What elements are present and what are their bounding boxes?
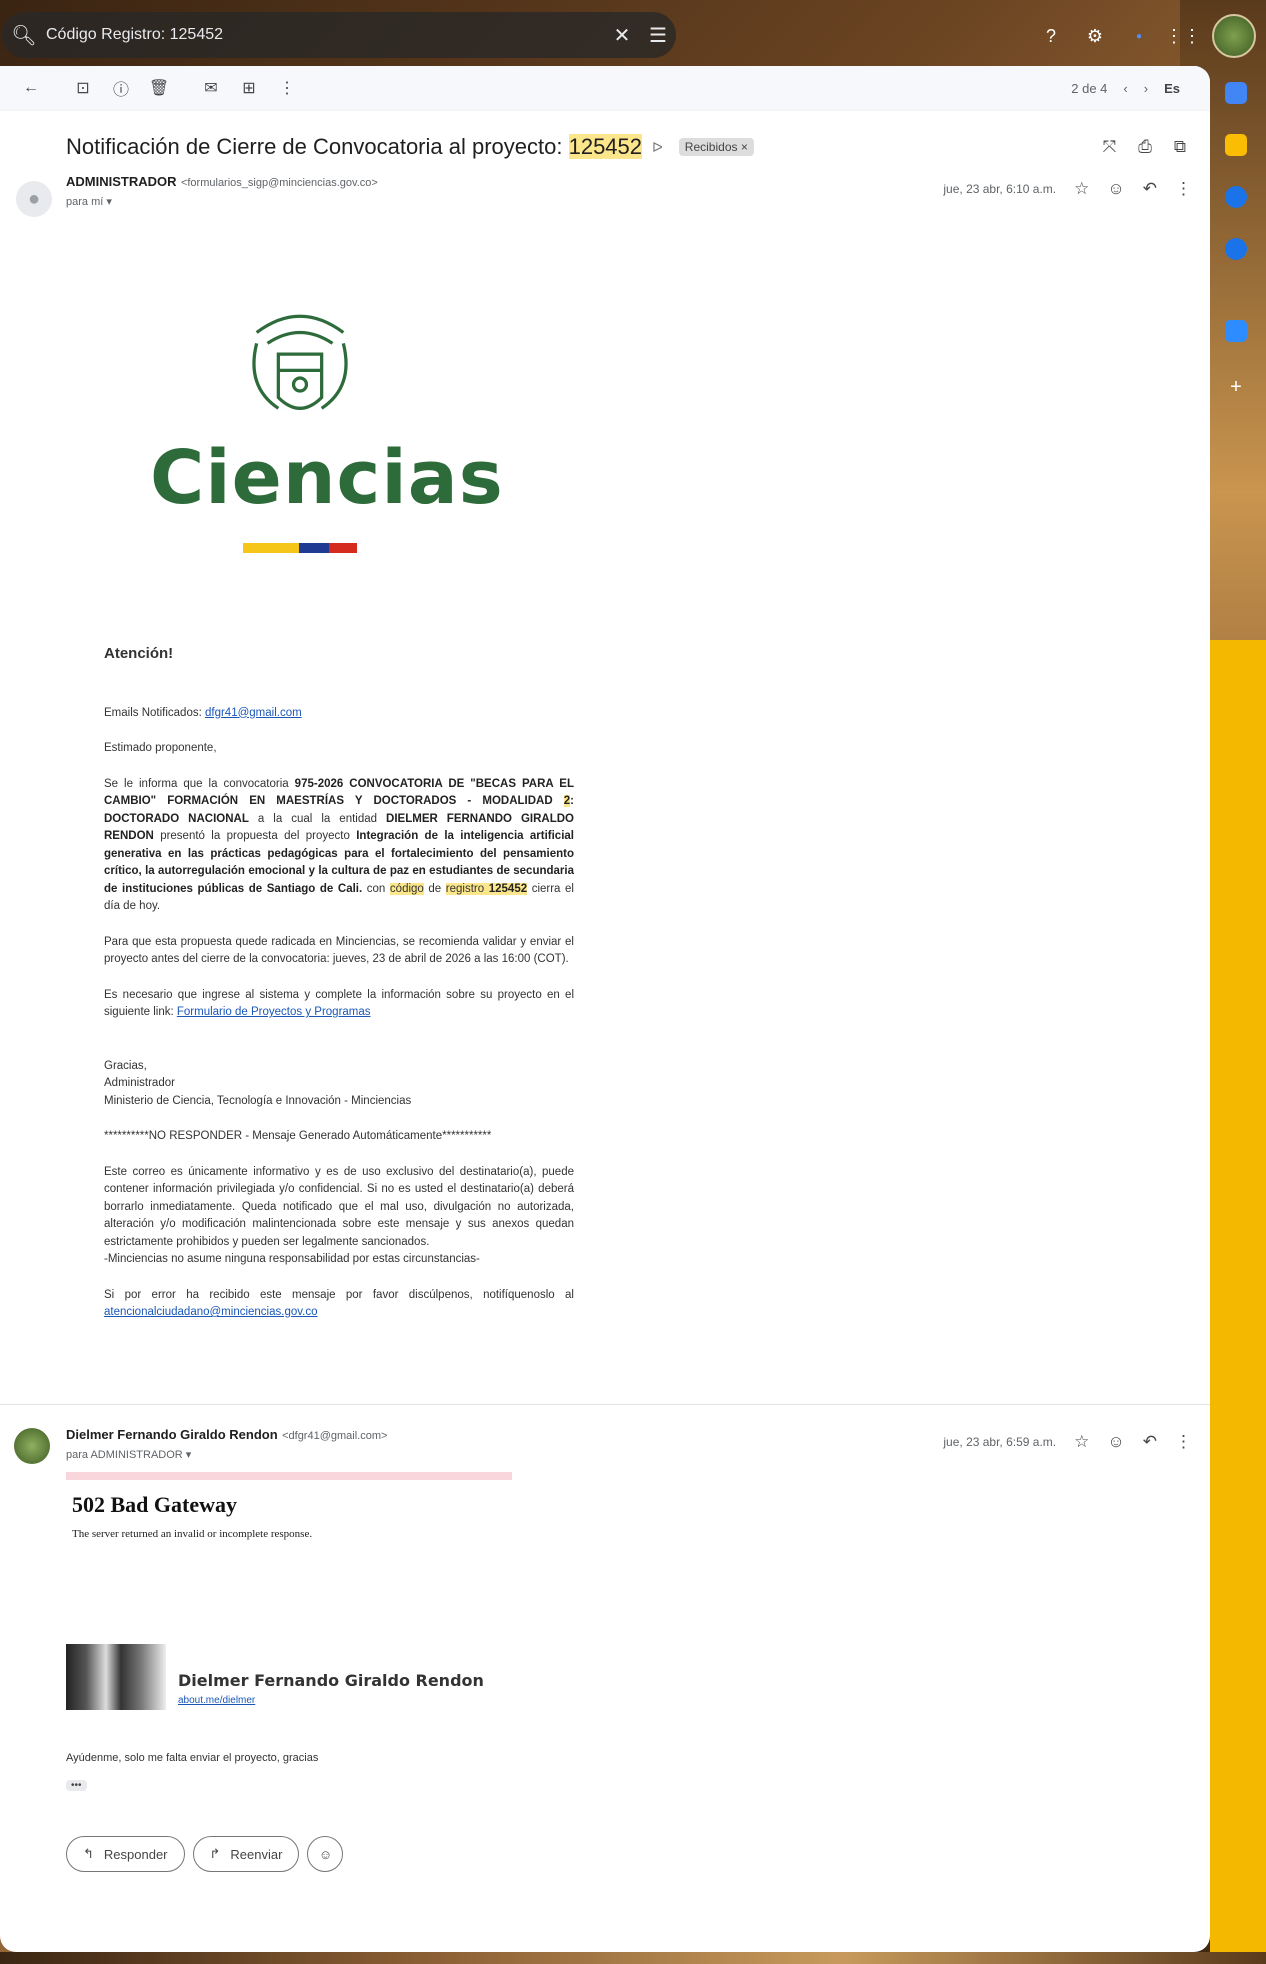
notice-paragraph: Se le informa que la convocatoria 975-20… bbox=[104, 777, 574, 913]
forward-arrow-icon: ↱ bbox=[209, 1846, 221, 1861]
prev-chevron-icon[interactable]: ‹ bbox=[1123, 81, 1127, 96]
smiley-icon: ☺ bbox=[318, 1846, 333, 1862]
keep-icon[interactable] bbox=[1225, 134, 1247, 156]
calendar-icon[interactable] bbox=[1225, 82, 1247, 104]
minciencias-logo: Ciencias bbox=[150, 300, 504, 553]
reply-date: jue, 23 abr, 6:59 a.m. bbox=[943, 1435, 1057, 1449]
bad-gateway-block: 502 Bad Gateway The server returned an i… bbox=[66, 1472, 512, 1540]
action-buttons: ↰ Responder ↱ Reenviar ☺ bbox=[66, 1836, 344, 1872]
next-chevron-icon[interactable]: › bbox=[1144, 81, 1148, 96]
error-notice: Si por error ha recibido este mensaje po… bbox=[104, 1288, 574, 1319]
contacts-icon[interactable] bbox=[1225, 238, 1247, 260]
bad-gateway-title: 502 Bad Gateway bbox=[72, 1492, 237, 1517]
reply-button[interactable]: ↰ Responder bbox=[66, 1836, 185, 1872]
reply-message-header: Dielmer Fernando Giraldo Rendon <dfgr41@… bbox=[0, 1420, 1210, 1480]
form-link[interactable]: Formulario de Proyectos y Programas bbox=[177, 1006, 371, 1018]
message-header: ● ADMINISTRADOR <formularios_sigp@mincie… bbox=[0, 173, 1210, 229]
reply-reply-icon[interactable]: ↶ bbox=[1143, 1432, 1157, 1452]
language-selector[interactable]: Es bbox=[1164, 81, 1180, 96]
reply-sender-name[interactable]: Dielmer Fernando Giraldo Rendon bbox=[66, 1427, 278, 1442]
reply-more-icon[interactable]: ⋮ bbox=[1175, 1432, 1192, 1452]
move-to-icon[interactable]: ⊞ bbox=[230, 78, 268, 98]
tasks-icon[interactable] bbox=[1225, 186, 1247, 208]
gemini-dot-icon[interactable]: ● bbox=[1124, 21, 1154, 51]
label-inbox-chip[interactable]: Recibidos × bbox=[678, 138, 754, 156]
mail-toolbar: ← ⊡ ⓘ 🗑︎ ✉ ⊞ ⋮ 2 de 4 ‹ › Es bbox=[0, 66, 1210, 111]
mark-unread-icon[interactable]: ✉ bbox=[192, 78, 230, 98]
no-reply-notice: **********NO RESPONDER - Mensaje Generad… bbox=[104, 1130, 492, 1142]
sender-avatar-placeholder: ● bbox=[16, 181, 52, 217]
reply-message-text: Ayúdenme, solo me falta enviar el proyec… bbox=[66, 1752, 319, 1764]
help-icon[interactable]: ? bbox=[1036, 21, 1066, 51]
print-icon[interactable]: ⎙ bbox=[1138, 137, 1152, 157]
search-icon: 🔍︎ bbox=[11, 24, 37, 47]
back-arrow-icon[interactable]: ← bbox=[12, 79, 50, 97]
more-vert-icon[interactable]: ⋮ bbox=[1175, 179, 1192, 199]
collapse-all-icon[interactable]: ⤧ bbox=[1103, 137, 1117, 157]
thanks-text: Gracias, bbox=[104, 1059, 147, 1072]
show-trimmed-content-button[interactable]: ••• bbox=[66, 1780, 87, 1791]
message-divider bbox=[0, 1404, 1210, 1405]
attention-heading: Atención! bbox=[104, 645, 174, 662]
apps-grid-icon[interactable]: ⋮⋮ bbox=[1165, 21, 1201, 51]
pagination-count: 2 de 4 bbox=[1071, 80, 1108, 96]
open-new-window-icon[interactable]: ⧉ bbox=[1174, 137, 1186, 157]
delete-trash-icon[interactable]: 🗑︎ bbox=[140, 78, 178, 98]
reply-arrow-icon: ↰ bbox=[83, 1846, 94, 1861]
notified-emails-line: Emails Notificados: dfgr41@gmail.com bbox=[104, 706, 302, 719]
bad-gateway-subtitle: The server returned an invalid or incomp… bbox=[72, 1528, 313, 1540]
search-options-icon[interactable]: ☰ bbox=[640, 23, 676, 48]
more-options-icon[interactable]: ⋮ bbox=[268, 78, 306, 98]
signature-role: Administrador bbox=[104, 1077, 175, 1089]
emoji-reaction-button[interactable]: ☺ bbox=[307, 1836, 344, 1872]
search-input[interactable]: Código Registro: 125452 bbox=[46, 26, 604, 44]
reply-emoji-icon[interactable]: ☺ bbox=[1107, 1432, 1124, 1452]
reply-icon[interactable]: ↶ bbox=[1143, 179, 1157, 199]
support-email-link[interactable]: atencionalciudadano@minciencias.gov.co bbox=[104, 1306, 317, 1318]
top-bar: 🔍︎ Código Registro: 125452 ✕ ☰ ? ⚙ ● ⋮⋮ bbox=[0, 0, 1266, 66]
zoom-icon[interactable] bbox=[1225, 320, 1247, 342]
colombia-crest-icon bbox=[252, 314, 348, 410]
sender-email: <formularios_sigp@minciencias.gov.co> bbox=[180, 177, 378, 189]
email-subject: Notificación de Cierre de Convocatoria a… bbox=[66, 134, 643, 159]
archive-icon[interactable]: ⊡ bbox=[64, 78, 102, 98]
forward-button[interactable]: ↱ Reenviar bbox=[192, 1836, 300, 1872]
deadline-paragraph: Para que esta propuesta quede radicada e… bbox=[104, 935, 574, 966]
account-avatar[interactable] bbox=[1212, 14, 1256, 58]
error-bar bbox=[66, 1472, 512, 1480]
signature-link[interactable]: about.me/dielmer bbox=[178, 1695, 255, 1706]
message-date: jue, 23 abr, 6:10 a.m. bbox=[943, 182, 1057, 196]
sender-signature: Dielmer Fernando Giraldo Rendon about.me… bbox=[66, 1644, 484, 1710]
reply-recipient-line[interactable]: para ADMINISTRADOR ▾ bbox=[66, 1448, 387, 1461]
wallpaper-bottom-strip bbox=[0, 1952, 1266, 1964]
side-panel-strip bbox=[1210, 640, 1266, 1964]
disclaimer-note: -Minciencias no asume ninguna responsabi… bbox=[104, 1253, 480, 1265]
emoji-react-icon[interactable]: ☺ bbox=[1107, 179, 1124, 199]
search-bar[interactable]: 🔍︎ Código Registro: 125452 ✕ ☰ bbox=[2, 12, 676, 58]
reply-sender-email: <dfgr41@gmail.com> bbox=[282, 1430, 388, 1442]
link-paragraph: Es necesario que ingrese al sistema y co… bbox=[104, 988, 574, 1019]
important-marker-icon[interactable]: ᐅ bbox=[652, 139, 663, 156]
star-icon[interactable]: ☆ bbox=[1074, 179, 1089, 199]
disclaimer-paragraph: Este correo es únicamente informativo y … bbox=[104, 1165, 574, 1248]
notified-email-link[interactable]: dfgr41@gmail.com bbox=[205, 707, 302, 719]
email-body: Atención! Emails Notificados: dfgr41@gma… bbox=[104, 645, 574, 1340]
signature-photo bbox=[66, 1644, 166, 1710]
signature-ministry: Ministerio de Ciencia, Tecnología e Inno… bbox=[104, 1094, 412, 1107]
add-addon-icon[interactable]: + bbox=[1225, 376, 1247, 398]
settings-gear-icon[interactable]: ⚙ bbox=[1080, 21, 1110, 51]
reply-sender-avatar[interactable] bbox=[14, 1428, 50, 1464]
report-spam-icon[interactable]: ⓘ bbox=[102, 76, 140, 100]
greeting-text: Estimado proponente, bbox=[104, 742, 217, 754]
subject-code-highlight: 125452 bbox=[568, 134, 643, 159]
sender-name[interactable]: ADMINISTRADOR bbox=[66, 174, 177, 189]
logo-wordmark: Ciencias bbox=[150, 435, 504, 521]
signature-name: Dielmer Fernando Giraldo Rendon bbox=[178, 1671, 484, 1690]
subject-row: Notificación de Cierre de Convocatoria a… bbox=[0, 111, 1210, 165]
flag-stripe bbox=[243, 543, 357, 553]
reply-star-icon[interactable]: ☆ bbox=[1074, 1432, 1089, 1452]
clear-search-icon[interactable]: ✕ bbox=[604, 23, 640, 48]
